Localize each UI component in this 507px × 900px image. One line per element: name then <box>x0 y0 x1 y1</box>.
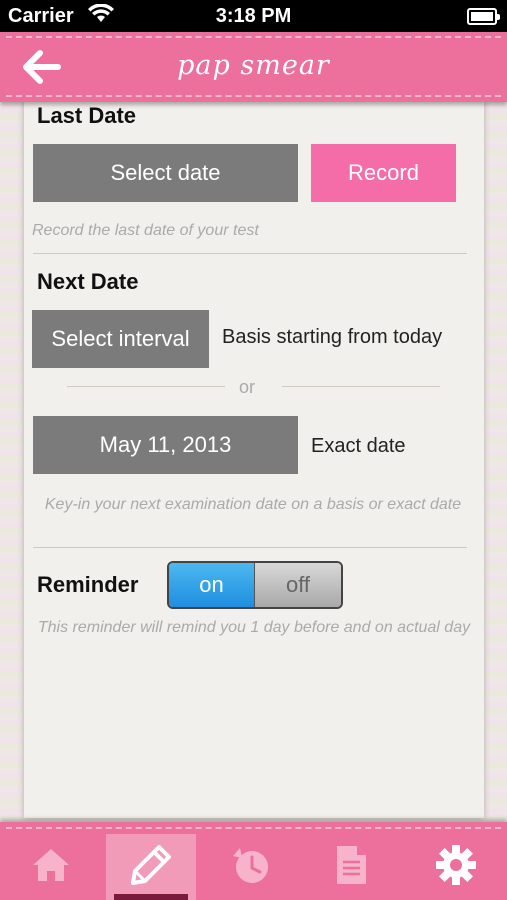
or-divider-left <box>67 386 225 387</box>
next-date-hint: Key-in your next examination date on a b… <box>44 496 462 513</box>
interval-caption: Basis starting from today <box>222 326 443 348</box>
last-date-hint: Record the last date of your test <box>32 222 259 239</box>
nav-header: pap smear <box>0 32 507 102</box>
or-label: or <box>239 377 256 397</box>
toggle-off-option[interactable]: off <box>254 563 341 607</box>
tab-home[interactable] <box>6 834 96 900</box>
tab-bar <box>0 822 507 900</box>
battery-icon <box>467 8 500 25</box>
status-bar: Carrier 3:18 PM <box>0 0 507 32</box>
tab-settings[interactable] <box>411 834 501 900</box>
reminder-hint: This reminder will remind you 1 day befo… <box>37 619 471 636</box>
pencil-icon <box>129 843 173 892</box>
gear-icon <box>434 843 478 892</box>
exact-date-button[interactable]: May 11, 2013 <box>33 416 298 474</box>
last-date-heading: Last Date <box>37 103 137 128</box>
next-date-heading: Next Date <box>37 269 139 294</box>
record-button[interactable]: Record <box>311 144 456 202</box>
page-title: pap smear <box>177 50 330 81</box>
home-icon <box>31 846 71 889</box>
exact-date-caption: Exact date <box>311 435 406 457</box>
reminder-heading: Reminder <box>37 572 139 597</box>
toggle-on-option[interactable]: on <box>169 563 254 607</box>
divider <box>33 547 467 548</box>
tab-edit[interactable] <box>106 834 196 900</box>
tab-notes[interactable] <box>306 834 396 900</box>
form-card: Last Date Select date Record Record the … <box>24 100 484 818</box>
select-interval-button[interactable]: Select interval <box>32 310 209 368</box>
divider <box>33 253 467 254</box>
or-divider-right <box>282 386 440 387</box>
tab-history[interactable] <box>206 834 296 900</box>
select-date-button[interactable]: Select date <box>33 144 298 202</box>
clock-icon <box>230 844 272 891</box>
document-icon <box>333 844 369 891</box>
reminder-toggle[interactable]: on off <box>167 561 343 609</box>
clock-time: 3:18 PM <box>215 5 292 27</box>
